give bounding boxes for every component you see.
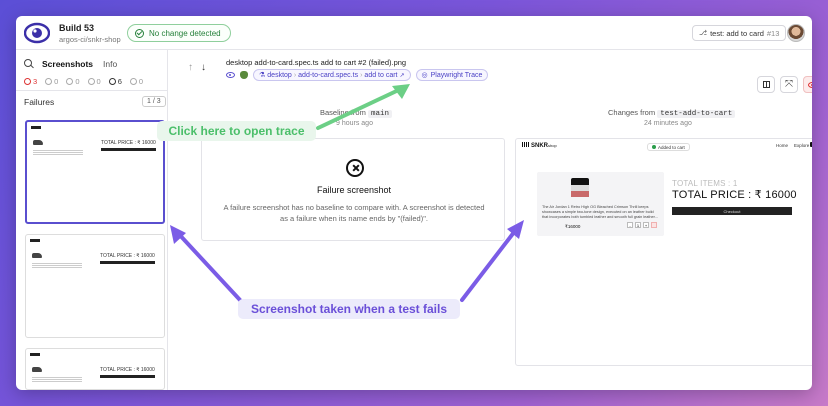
eye-icon (807, 81, 812, 88)
equal-circle-icon (108, 78, 116, 85)
split-view-button[interactable] (757, 76, 775, 93)
checkout-button: Checkout (672, 207, 792, 215)
failures-group-label: Failures (24, 97, 55, 107)
shrink-icon: ⤧ (785, 78, 793, 90)
sidebar-tabs: Screenshots Info (24, 57, 117, 71)
success-dot-icon (652, 145, 656, 149)
sidebar: Screenshots Info 3 0 0 0 6 0 Failures 1 … (16, 50, 168, 390)
x-circle-icon (346, 159, 364, 177)
status-text: No change detected (149, 28, 221, 38)
product-card: The Air Jordan 1 Retro High OG Bleached … (537, 172, 664, 236)
cart-icon (810, 142, 812, 147)
arrow-down-icon[interactable]: ↓ (201, 62, 206, 73)
count-retried[interactable]: 0 (129, 77, 143, 86)
check-circle-icon (135, 28, 144, 38)
tab-screenshots[interactable]: Screenshots (42, 59, 93, 69)
product-price: ₹16000 (565, 224, 581, 229)
x-circle-icon (24, 78, 31, 85)
fit-screen-button[interactable]: ⤧ (780, 76, 798, 93)
test-path-link[interactable]: ⚗ desktop › add-to-card.spec.ts › add to c… (253, 69, 411, 81)
minus-circle-icon (87, 78, 95, 85)
diff-circle-icon (45, 78, 53, 85)
status-counts: 3 0 0 0 6 0 (24, 77, 151, 86)
count-unchanged[interactable]: 6 (108, 77, 122, 86)
external-link-icon: ↗ (399, 72, 405, 79)
user-avatar[interactable] (787, 24, 805, 42)
thumbnail-preview: TOTAL PRICE : ₹ 16000 (30, 353, 158, 382)
sidebar-divider (16, 90, 168, 91)
count-failed[interactable]: 3 (24, 77, 37, 86)
playwright-icon (240, 71, 248, 79)
screenshot-file-title: desktop add-to-card.spec.ts add to cart … (226, 58, 407, 67)
quantity-stepper: -1 + (627, 222, 657, 228)
thumbnail-preview: TOTAL PRICE : ₹ 16000 (30, 239, 158, 268)
changes-header: Changes from test-add-to-cart (608, 108, 736, 118)
preview-brand: SNKRshop (522, 142, 557, 149)
app-window: Build 53 argos-ci/snkr-shop No change de… (16, 16, 812, 390)
changes-branch: test-add-to-cart (657, 110, 736, 118)
count-added[interactable]: 0 (66, 77, 80, 86)
top-header: Build 53 argos-ci/snkr-shop No change de… (16, 16, 812, 50)
screenshot-meta-row: ⚗ desktop › add-to-card.spec.ts › add to c… (226, 69, 489, 81)
columns-icon (762, 81, 770, 88)
failure-callout: Screenshot taken when a test fails (238, 299, 460, 319)
arrow-up-icon[interactable]: ↑ (188, 62, 193, 73)
screenshot-thumbnail[interactable]: TOTAL PRICE : ₹ 16000 (25, 348, 165, 390)
tab-info[interactable]: Info (103, 59, 117, 69)
total-price: TOTAL PRICE : ₹ 16000 (672, 189, 797, 201)
build-status-badge: No change detected (127, 24, 231, 42)
main-content: ↑ ↓ desktop add-to-card.spec.ts add to c… (168, 50, 812, 390)
screenshot-thumbnail[interactable]: TOTAL PRICE : ₹ 16000 (25, 234, 165, 338)
test-branch-pill[interactable]: ⎇ test: add to card #13 (692, 25, 787, 41)
eye-icon (226, 72, 235, 78)
playwright-trace-link[interactable]: ◎ Playwright Trace (415, 69, 489, 81)
preview-nav: Home Explore (776, 143, 810, 148)
toggle-diff-button[interactable] (803, 76, 812, 93)
count-removed[interactable]: 0 (87, 77, 101, 86)
trace-icon: ◎ (421, 72, 428, 79)
screenshot-thumbnail-selected[interactable]: TOTAL PRICE : ₹ 16000 (25, 120, 165, 224)
test-tube-icon: ⚗ (259, 72, 266, 79)
build-title: Build 53 (59, 23, 95, 33)
navigation-arrows: ↑ ↓ (188, 62, 206, 73)
argos-logo-icon[interactable] (24, 21, 50, 45)
added-to-cart-toast: Added to cart (647, 143, 690, 151)
total-items: TOTAL ITEMS : 1 (672, 179, 738, 188)
trace-callout: Click here to open trace (157, 121, 316, 141)
product-description: The Air Jordan 1 Retro High OG Bleached … (542, 205, 658, 219)
changes-time: 24 minutes ago (644, 120, 692, 127)
failures-pager: 1 / 3 (142, 96, 166, 107)
repo-link[interactable]: argos-ci/snkr-shop (59, 35, 121, 44)
count-changed[interactable]: 0 (45, 77, 58, 86)
baseline-panel: Failure screenshot A failure screenshot … (201, 138, 505, 241)
plus-circle-icon (66, 78, 74, 85)
search-icon[interactable] (24, 59, 34, 69)
baseline-branch: main (367, 110, 392, 118)
changes-screenshot-panel[interactable]: SNKRshop Added to cart Home Explore The A… (515, 138, 812, 366)
thumbnail-preview: TOTAL PRICE : ₹ 16000 (31, 126, 159, 155)
check-circle-icon (129, 78, 137, 85)
branch-icon: ⎇ (699, 30, 708, 37)
baseline-header: Baseline from main (320, 108, 392, 118)
failure-description: A failure screenshot has no baseline to … (223, 203, 485, 223)
preview-header: SNKRshop Added to cart Home Explore (516, 139, 812, 155)
failure-title: Failure screenshot (316, 185, 392, 195)
brand-logo-icon (522, 142, 529, 147)
trash-icon (651, 222, 657, 228)
test-label: test: add to card (710, 28, 764, 38)
test-number: #13 (766, 28, 780, 38)
shoe-image (571, 178, 589, 202)
baseline-time: 9 hours ago (336, 120, 373, 127)
